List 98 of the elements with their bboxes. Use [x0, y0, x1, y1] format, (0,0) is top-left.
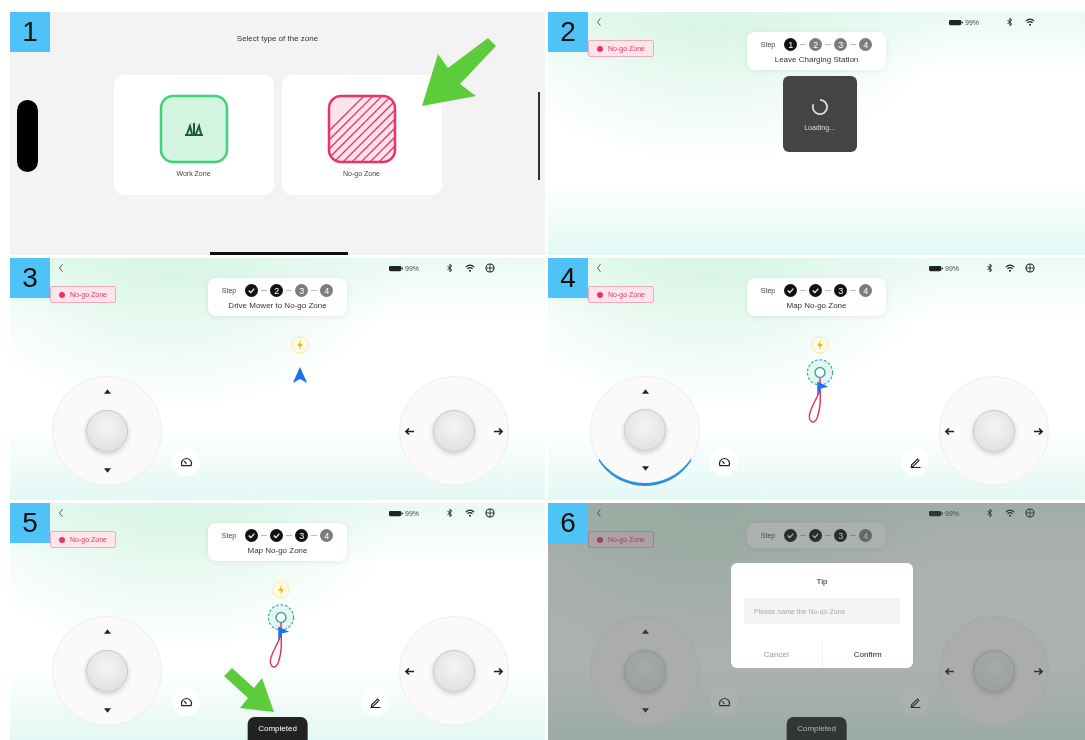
step-caption: Drive Mower to No-go Zone: [228, 301, 327, 310]
pencil-icon: [908, 696, 922, 708]
back-icon[interactable]: [58, 508, 64, 518]
step-number: 4: [859, 38, 873, 51]
arrow-left-icon: [945, 667, 955, 675]
edit-button[interactable]: [901, 448, 929, 476]
battery-icon: [929, 509, 943, 517]
triangle-up-icon: [641, 389, 649, 394]
wifi-icon: [465, 508, 475, 518]
battery-icon: [389, 509, 403, 517]
edit-button[interactable]: [361, 688, 389, 716]
grass-tile-icon: [158, 93, 229, 164]
zone-dot-icon: [59, 291, 65, 298]
zone-dot-icon: [597, 45, 603, 52]
step-number: 3: [834, 529, 848, 542]
bluetooth-icon: [445, 263, 455, 273]
step-number: 4: [859, 529, 873, 542]
charging-station-icon: [271, 581, 290, 599]
back-icon[interactable]: [596, 263, 602, 273]
step-number-badge: 5: [10, 503, 50, 543]
completed-button[interactable]: Completed: [786, 717, 847, 740]
step-number: 3: [834, 38, 848, 51]
bluetooth-icon: [445, 508, 455, 518]
wifi-icon: [1025, 17, 1035, 27]
zone-dot-icon: [597, 536, 603, 543]
battery-icon: [389, 264, 403, 272]
back-icon[interactable]: [58, 263, 64, 273]
step-number: 2: [270, 284, 284, 297]
charging-station-icon: [810, 336, 829, 354]
pencil-icon: [908, 456, 922, 468]
triangle-down-icon: [641, 466, 649, 471]
zone-dot-icon: [597, 291, 603, 298]
step-number-badge: 1: [10, 12, 50, 52]
speed-button[interactable]: [172, 688, 200, 716]
joystick-knob[interactable]: [624, 409, 666, 451]
step-number: 3: [834, 284, 848, 297]
hatched-tile-icon: [326, 93, 397, 164]
mower-arrow-icon: [291, 366, 308, 384]
wifi-icon: [465, 263, 475, 273]
step-number-badge: 2: [548, 12, 588, 52]
pencil-icon: [368, 696, 382, 708]
arrow-right-icon: [493, 667, 503, 675]
bluetooth-icon: [1005, 17, 1015, 27]
joystick-knob[interactable]: [86, 410, 128, 452]
step-number-badge: 4: [548, 258, 588, 298]
step-number: 3: [295, 284, 309, 297]
step-number: 4: [320, 284, 334, 297]
arrow-left-icon: [405, 667, 415, 675]
triangle-down-icon: [103, 708, 111, 713]
speed-button[interactable]: [710, 448, 738, 476]
step-caption: Map No-go Zone: [786, 301, 847, 310]
step-number: 4: [320, 529, 334, 542]
wifi-icon: [1005, 263, 1015, 273]
gauge-icon: [179, 456, 193, 468]
spinner-icon: [810, 97, 829, 116]
joystick-knob[interactable]: [433, 650, 475, 692]
completed-button[interactable]: Completed: [247, 717, 308, 740]
dialog-button[interactable]: Confirm: [821, 640, 913, 668]
arrow-right-icon: [1033, 427, 1043, 435]
joystick-knob[interactable]: [86, 650, 128, 692]
arrow-left-icon: [945, 427, 955, 435]
charging-station-icon: [290, 336, 309, 354]
wifi-icon: [1005, 508, 1015, 518]
battery-icon: [949, 18, 963, 26]
step-caption: Leave Charging Station: [774, 55, 859, 64]
triangle-up-icon: [103, 389, 111, 394]
bluetooth-icon: [985, 508, 995, 518]
triangle-up-icon: [641, 629, 649, 634]
battery-icon: [929, 264, 943, 272]
arrow-right-icon: [1033, 667, 1043, 675]
step-number-badge: 6: [548, 503, 588, 543]
step-number: 4: [859, 284, 873, 297]
bluetooth-icon: [985, 263, 995, 273]
step-number: 3: [295, 529, 309, 542]
joystick-knob[interactable]: [433, 410, 475, 452]
joystick-knob[interactable]: [973, 650, 1015, 692]
dialog-title: Tip: [816, 577, 828, 586]
triangle-up-icon: [103, 629, 111, 634]
back-icon[interactable]: [596, 17, 602, 27]
speed-button[interactable]: [172, 448, 200, 476]
gauge-icon: [179, 696, 193, 708]
edit-button[interactable]: [901, 688, 929, 716]
arrow-left-icon: [405, 427, 415, 435]
arrow-right-icon: [493, 427, 503, 435]
gauge-icon: [717, 696, 731, 708]
back-icon[interactable]: [596, 508, 602, 518]
camera-cutout: [17, 100, 38, 172]
joystick-knob[interactable]: [973, 410, 1015, 452]
gauge-icon: [717, 456, 731, 468]
screen-title: Select type of the zone: [236, 34, 319, 43]
step-caption: Map No-go Zone: [247, 546, 308, 555]
step-number-badge: 3: [10, 258, 50, 298]
joystick-knob[interactable]: [624, 650, 666, 692]
triangle-down-icon: [641, 708, 649, 713]
step-number: 1: [784, 38, 798, 51]
step-number: 2: [809, 38, 823, 51]
triangle-down-icon: [103, 468, 111, 473]
zone-dot-icon: [59, 536, 65, 543]
